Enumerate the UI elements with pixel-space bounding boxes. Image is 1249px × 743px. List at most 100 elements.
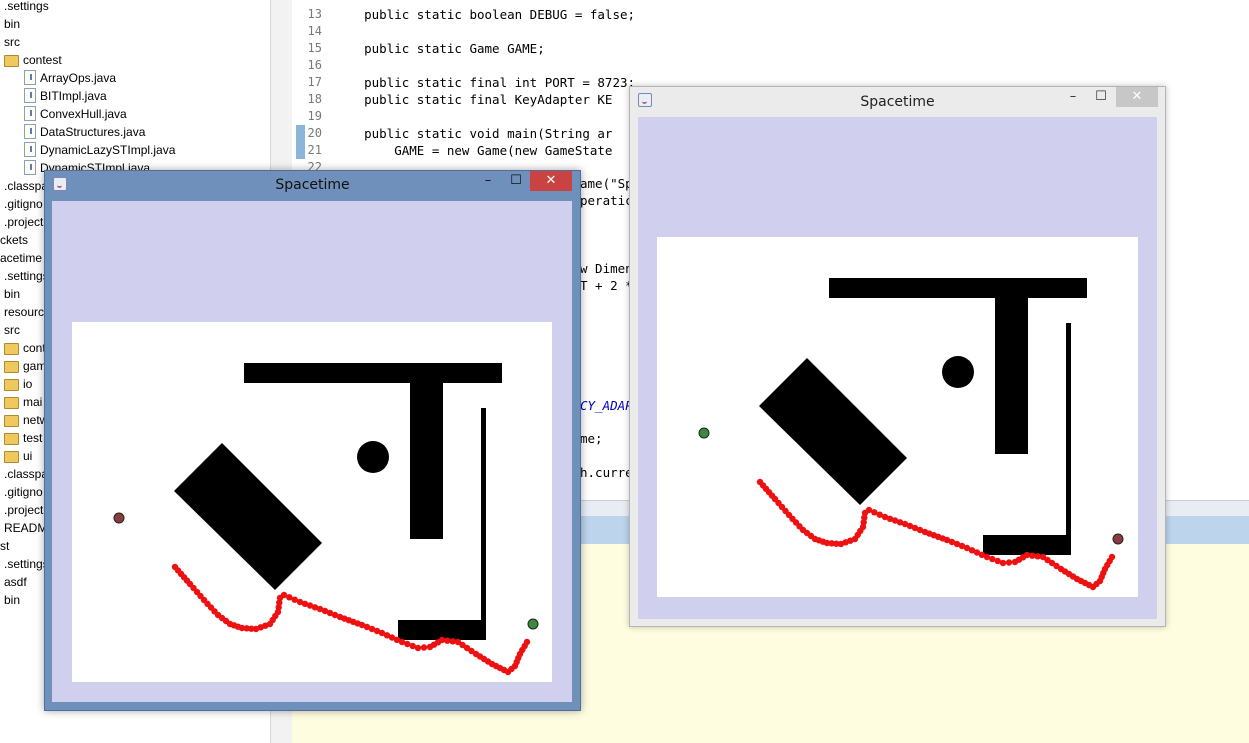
java-file-icon <box>24 142 36 157</box>
spacetime-window-left[interactable]: Spacetime – ☐ ✕ <box>44 170 581 711</box>
spacetime-window-right[interactable]: Spacetime – ☐ ✕ <box>629 86 1166 627</box>
line-number: 17 <box>307 75 322 89</box>
explorer-item-label: st <box>0 539 10 553</box>
code-line: public static final KeyAdapter KE <box>334 92 613 107</box>
explorer-item-label: BITImpl.java <box>40 89 107 103</box>
line-number: 13 <box>307 7 322 21</box>
explorer-item-label: acetime <box>0 251 43 265</box>
java-app-icon <box>53 177 67 191</box>
explorer-item[interactable]: .classpa <box>4 465 48 483</box>
line-number: 18 <box>307 92 322 106</box>
code-line: public static final int PORT = 8723; <box>334 75 636 90</box>
explorer-item[interactable]: DynamicLazySTImpl.java <box>24 141 175 159</box>
code-line: public static boolean DEBUG = false; <box>334 7 636 22</box>
explorer-item[interactable]: netw <box>4 411 48 429</box>
minimize-button[interactable]: – <box>1060 87 1086 107</box>
folder-icon <box>4 451 19 463</box>
trail-dot <box>523 638 531 646</box>
explorer-item[interactable]: acetime <box>0 249 42 267</box>
window-title: Spacetime <box>275 177 350 193</box>
explorer-item-label: asdf <box>4 575 27 589</box>
line-number: 21 <box>307 143 322 157</box>
trail-dot <box>444 637 451 644</box>
explorer-item[interactable]: ConvexHull.java <box>24 105 127 123</box>
folder-icon <box>4 433 19 445</box>
explorer-item[interactable]: st <box>0 537 9 555</box>
close-button[interactable]: ✕ <box>1116 87 1158 107</box>
explorer-item-label: bin <box>4 17 21 31</box>
explorer-item[interactable]: .classpa <box>4 177 48 195</box>
line-number: 14 <box>307 24 322 38</box>
explorer-item-label: src <box>4 323 20 337</box>
explorer-item-label: .gitigno <box>4 485 43 499</box>
code-fragment: CY_ADAP <box>580 398 633 413</box>
java-file-icon <box>24 106 36 121</box>
player-ship-green <box>527 618 539 630</box>
explorer-item[interactable]: .gitigno <box>4 195 43 213</box>
close-button[interactable]: ✕ <box>530 171 572 191</box>
explorer-item[interactable]: DataStructures.java <box>24 123 145 141</box>
wall-horizontal <box>829 278 1087 298</box>
maximize-button[interactable]: ☐ <box>503 171 529 191</box>
player-ship-red <box>1112 533 1124 545</box>
explorer-item-label: bin <box>4 593 21 607</box>
explorer-item[interactable]: bin <box>4 285 20 303</box>
explorer-item-label: ArrayOps.java <box>40 71 117 85</box>
folder-icon <box>4 415 19 427</box>
explorer-item[interactable]: bin <box>4 15 20 33</box>
obstacle-rotated-block <box>759 358 907 505</box>
wall-horizontal <box>244 363 502 383</box>
wall-vertical <box>995 295 1028 454</box>
explorer-item[interactable]: mai <box>4 393 42 411</box>
explorer-item[interactable]: contest <box>4 51 62 69</box>
explorer-item[interactable]: ui <box>4 447 32 465</box>
explorer-item-label: resourc <box>4 305 45 319</box>
obstacle-rotated-block <box>174 443 322 590</box>
code-fragment: w Dimen <box>580 261 633 276</box>
explorer-item[interactable]: gam <box>4 357 46 375</box>
wall-thin-vertical <box>1066 323 1071 550</box>
explorer-item[interactable]: asdf <box>4 573 27 591</box>
explorer-item[interactable]: io <box>4 375 32 393</box>
trail-dot <box>999 559 1007 567</box>
minimize-button[interactable]: – <box>475 171 501 191</box>
wall-thin-vertical <box>481 408 486 635</box>
code-fragment: h.curre <box>580 465 633 480</box>
explorer-item[interactable]: .settings <box>4 267 49 285</box>
player-ship-red <box>113 512 125 524</box>
explorer-item[interactable]: resourc <box>4 303 44 321</box>
explorer-item[interactable]: .project <box>4 213 43 231</box>
explorer-item[interactable]: ckets <box>0 231 28 249</box>
explorer-item[interactable]: BITImpl.java <box>24 87 107 105</box>
explorer-item[interactable]: bin <box>4 591 20 609</box>
explorer-item-label: .settings <box>4 557 49 571</box>
game-panel <box>638 117 1157 619</box>
explorer-item-label: test <box>23 431 43 445</box>
explorer-item[interactable]: test <box>4 429 42 447</box>
explorer-item-label: io <box>23 377 33 391</box>
explorer-item[interactable]: src <box>4 321 20 339</box>
explorer-item[interactable]: READM <box>4 519 47 537</box>
game-field[interactable] <box>72 322 552 682</box>
explorer-item-label: DynamicLazySTImpl.java <box>40 143 176 157</box>
explorer-item-label: .gitigno <box>4 197 43 211</box>
explorer-item-label: src <box>4 35 20 49</box>
explorer-item[interactable]: .gitigno <box>4 483 43 501</box>
window-title: Spacetime <box>860 94 935 110</box>
explorer-item-label: .classpa <box>4 179 49 193</box>
game-field[interactable] <box>657 237 1138 597</box>
explorer-item[interactable]: cont <box>4 339 46 357</box>
folder-icon <box>4 343 19 355</box>
game-scene <box>698 278 1124 591</box>
explorer-item[interactable]: src <box>4 33 20 51</box>
game-panel <box>52 201 572 702</box>
maximize-button[interactable]: ☐ <box>1088 87 1114 107</box>
explorer-item-label: contest <box>23 53 62 67</box>
explorer-item[interactable]: .settings <box>4 0 49 15</box>
explorer-item[interactable]: .settings <box>4 555 49 573</box>
wall-vertical <box>410 380 443 539</box>
explorer-item[interactable]: .project <box>4 501 43 519</box>
explorer-item-label: ConvexHull.java <box>40 107 127 121</box>
code-fragment: peratic <box>580 193 633 208</box>
explorer-item[interactable]: ArrayOps.java <box>24 69 116 87</box>
